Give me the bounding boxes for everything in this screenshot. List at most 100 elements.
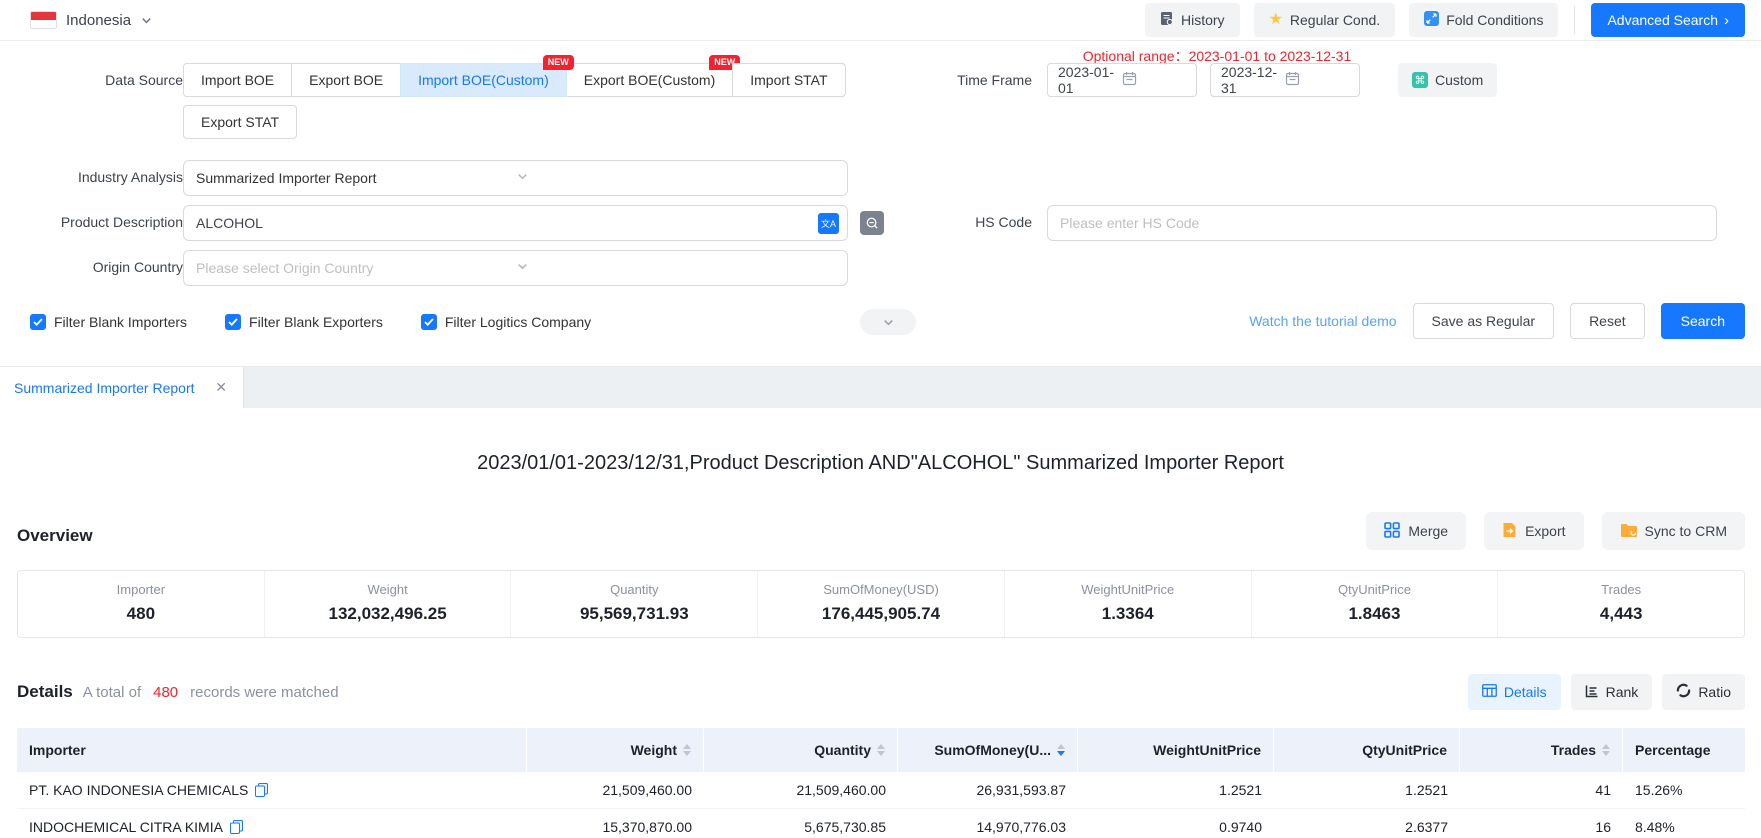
collapse-conditions-button[interactable] (860, 309, 916, 335)
chevron-down-icon (140, 14, 153, 27)
calendar-icon (1122, 71, 1186, 89)
data-source-import-boe[interactable]: Import BOE (183, 63, 292, 97)
results-table: Importer Weight Quantity SumOfMoney(U...… (17, 728, 1745, 838)
view-details-button[interactable]: Details (1468, 674, 1561, 710)
data-source-import-stat[interactable]: Import STAT (732, 63, 845, 97)
col-trades[interactable]: Trades (1460, 728, 1623, 772)
data-source-export-boe-custom[interactable]: Export BOE(Custom) NEW (566, 63, 733, 97)
filter-blank-importers-checkbox[interactable]: Filter Blank Importers (30, 314, 187, 330)
advanced-search-button[interactable]: Advanced Search › (1591, 3, 1745, 37)
stat-importer: Importer 480 (18, 571, 264, 637)
table-row: PT. KAO INDONESIA CHEMICALS 21,509,460.0… (17, 772, 1745, 809)
wup-cell: 0.9740 (1078, 809, 1274, 838)
chevron-down-icon (516, 170, 836, 186)
country-name: Indonesia (66, 12, 131, 29)
hs-code-label: HS Code (872, 205, 1032, 239)
history-button[interactable]: History (1145, 3, 1240, 37)
data-source-export-boe[interactable]: Export BOE (291, 63, 401, 97)
col-sum-of-money[interactable]: SumOfMoney(U... (898, 728, 1078, 772)
stat-trades: Trades 4,443 (1497, 571, 1744, 637)
history-icon (1160, 11, 1174, 29)
report-content: 2023/01/01-2023/12/31,Product Descriptio… (0, 408, 1761, 838)
save-as-regular-button[interactable]: Save as Regular (1413, 303, 1555, 339)
sort-icon[interactable] (877, 744, 885, 756)
country-selector[interactable]: Indonesia (30, 11, 153, 29)
fold-icon (1424, 11, 1439, 29)
tab-summarized-importer-report[interactable]: Summarized Importer Report ✕ (0, 367, 244, 408)
sort-icon[interactable] (683, 744, 691, 756)
rank-icon (1585, 684, 1599, 701)
importer-name[interactable]: INDOCHEMICAL CITRA KIMIA (29, 819, 223, 835)
stat-sum-of-money: SumOfMoney(USD) 176,445,905.74 (757, 571, 1004, 637)
col-qty-unit-price: QtyUnitPrice (1274, 728, 1460, 772)
chevron-down-icon (516, 260, 836, 276)
filter-blank-exporters-checkbox[interactable]: Filter Blank Exporters (225, 314, 383, 330)
col-weight-unit-price: WeightUnitPrice (1078, 728, 1274, 772)
time-frame-label: Time Frame (872, 63, 1032, 97)
search-button[interactable]: Search (1661, 303, 1745, 339)
sync-to-crm-button[interactable]: Sync to CRM (1602, 512, 1745, 550)
copy-icon[interactable] (255, 783, 268, 797)
merge-icon (1384, 522, 1400, 541)
table-icon (1482, 684, 1497, 700)
data-source-export-stat[interactable]: Export STAT (183, 105, 297, 139)
quantity-cell: 5,675,730.85 (704, 809, 898, 838)
trades-cell: 41 (1460, 772, 1623, 809)
view-rank-button[interactable]: Rank (1571, 674, 1653, 710)
sort-icon-active-desc[interactable] (1057, 744, 1065, 756)
product-description-wrap: 文A (183, 205, 848, 241)
tutorial-demo-link[interactable]: Watch the tutorial demo (1249, 313, 1396, 329)
close-icon[interactable]: ✕ (211, 377, 231, 398)
origin-country-select[interactable]: Please select Origin Country (183, 250, 848, 286)
stat-weight: Weight 132,032,496.25 (264, 571, 511, 637)
filter-logistics-company-checkbox[interactable]: Filter Logitics Company (421, 314, 591, 330)
regular-cond-button[interactable]: ★ Regular Cond. (1254, 3, 1396, 37)
overview-buttons: Merge Export Sync to CRM (1366, 512, 1745, 550)
page: Indonesia History ★ Regular Cond. Fold C… (0, 0, 1761, 838)
col-percentage: Percentage (1623, 728, 1745, 772)
industry-analysis-select[interactable]: Summarized Importer Report (183, 160, 848, 196)
sum-cell: 14,970,776.03 (898, 809, 1078, 838)
reset-button[interactable]: Reset (1570, 303, 1645, 339)
stat-quantity: Quantity 95,569,731.93 (510, 571, 757, 637)
percentage-cell: 8.48% (1623, 809, 1745, 838)
importer-cell: PT. KAO INDONESIA CHEMICALS (17, 772, 527, 809)
sum-cell: 26,931,593.87 (898, 772, 1078, 809)
tab-strip: Summarized Importer Report ✕ (0, 366, 1761, 408)
hs-code-input[interactable] (1047, 205, 1717, 241)
custom-range-button[interactable]: ⌘ Custom (1398, 63, 1497, 97)
industry-analysis-label: Industry Analysis (13, 160, 183, 194)
weight-cell: 21,509,460.00 (527, 772, 704, 809)
sort-icon[interactable] (1602, 744, 1610, 756)
fold-conditions-button[interactable]: Fold Conditions (1409, 3, 1558, 37)
importer-name[interactable]: PT. KAO INDONESIA CHEMICALS (29, 782, 248, 798)
view-ratio-button[interactable]: Ratio (1662, 674, 1745, 710)
wup-cell: 1.2521 (1078, 772, 1274, 809)
col-weight[interactable]: Weight (527, 728, 704, 772)
indonesia-flag-icon (30, 11, 57, 29)
merge-button[interactable]: Merge (1366, 512, 1466, 550)
quantity-cell: 21,509,460.00 (704, 772, 898, 809)
divider (1574, 6, 1575, 34)
trades-cell: 16 (1460, 809, 1623, 838)
search-form: Optional range：2023-01-01 to 2023-12-31 … (0, 41, 1761, 366)
report-title: 2023/01/01-2023/12/31,Product Descriptio… (0, 452, 1761, 475)
end-date-input[interactable]: 2023-12-31 (1210, 63, 1360, 97)
stat-weight-unit-price: WeightUnitPrice 1.3364 (1004, 571, 1251, 637)
export-button[interactable]: Export (1484, 512, 1583, 550)
product-description-input[interactable] (183, 205, 848, 241)
start-date-input[interactable]: 2023-01-01 (1047, 63, 1197, 97)
qup-cell: 1.2521 (1274, 772, 1460, 809)
match-count: 480 (151, 684, 180, 701)
copy-icon[interactable] (230, 820, 243, 834)
translate-icon[interactable]: 文A (818, 213, 839, 234)
checkbox-checked-icon (421, 314, 437, 330)
new-badge: NEW (543, 55, 574, 70)
filter-row: Filter Blank Importers Filter Blank Expo… (30, 304, 591, 340)
data-source-import-boe-custom[interactable]: Import BOE(Custom) NEW (400, 63, 567, 97)
col-importer: Importer (17, 728, 527, 772)
export-icon (1502, 522, 1517, 541)
details-line: Details A total of 480 records were matc… (17, 682, 339, 702)
view-switcher: Details Rank Ratio (1468, 674, 1745, 710)
col-quantity[interactable]: Quantity (704, 728, 898, 772)
